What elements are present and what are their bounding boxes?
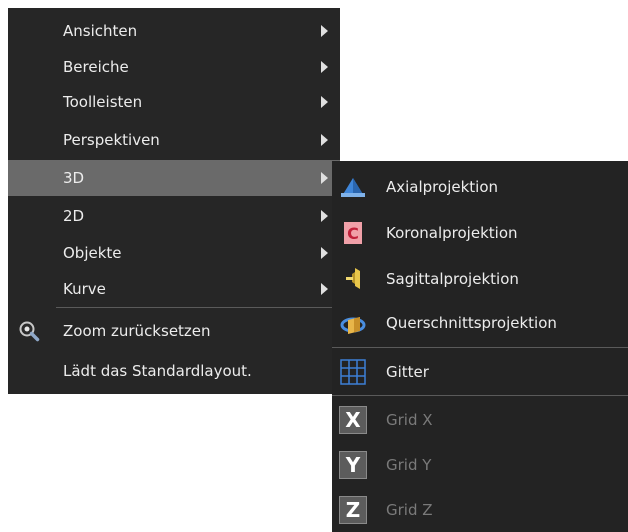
menu-item-label: Grid Z: [386, 500, 433, 519]
submenu-arrow-icon: [321, 247, 328, 259]
menu-item-kurve[interactable]: Kurve: [8, 271, 340, 307]
menu-separator: [56, 307, 340, 308]
menu-item-toolleisten[interactable]: Toolleisten: [8, 84, 340, 120]
menu-item-label: 2D: [63, 206, 85, 225]
submenu-arrow-icon: [321, 283, 328, 295]
sagittal-projection-icon: [340, 266, 366, 292]
coronal-projection-icon: C: [340, 220, 366, 246]
submenu-arrow-icon: [321, 96, 328, 108]
grid-z-item[interactable]: Z Grid Z: [332, 487, 628, 532]
menu-item-ansichten[interactable]: Ansichten: [8, 12, 340, 49]
menu-separator: [332, 395, 628, 396]
grid-item[interactable]: Gitter: [332, 350, 628, 394]
submenu-arrow-icon: [321, 60, 328, 73]
submenu-arrow-icon: [321, 172, 328, 184]
menu-item-label: Perspektiven: [63, 131, 160, 149]
menu-item-label: Grid Y: [386, 455, 432, 474]
submenu-arrow-icon: [321, 209, 328, 222]
menu-item-label: Zoom zurücksetzen: [63, 322, 211, 340]
context-menu: Ansichten Bereiche Toolleisten Perspekti…: [8, 8, 340, 394]
sagittal-projection-item[interactable]: Sagittalprojektion: [332, 256, 628, 301]
menu-item-label: Axialprojektion: [386, 178, 499, 196]
menu-item-bereiche[interactable]: Bereiche: [8, 49, 340, 84]
coronal-icon-letter: C: [347, 224, 359, 243]
menu-item-objekte[interactable]: Objekte: [8, 235, 340, 271]
axial-projection-item[interactable]: Axialprojektion: [332, 164, 628, 210]
submenu-arrow-icon: [321, 24, 328, 37]
grid-y-item[interactable]: Y Grid Y: [332, 442, 628, 487]
menu-item-label: Gitter: [386, 363, 429, 381]
zoom-reset-item[interactable]: Zoom zurücksetzen: [8, 311, 340, 351]
menu-separator: [332, 347, 628, 348]
cross-section-projection-icon: [340, 310, 366, 336]
menu-item-label: Bereiche: [63, 57, 129, 76]
menu-item-label: Lädt das Standardlayout.: [63, 362, 252, 380]
menu-item-label: Koronalprojektion: [386, 224, 518, 242]
menu-item-label: Ansichten: [63, 21, 138, 40]
grid-icon: [340, 359, 366, 385]
submenu-3d: Axialprojektion C Koronalprojektion Sagi…: [332, 161, 628, 532]
axis-x-icon: X: [339, 406, 367, 434]
menu-item-label: 3D: [63, 169, 85, 187]
axial-projection-icon: [340, 174, 366, 200]
menu-item-label: Toolleisten: [63, 93, 143, 111]
grid-x-item[interactable]: X Grid X: [332, 398, 628, 442]
coronal-projection-item[interactable]: C Koronalprojektion: [332, 210, 628, 256]
axis-z-icon: Z: [339, 495, 367, 524]
menu-item-label: Querschnittsprojektion: [386, 314, 557, 332]
magnifier-icon: [18, 320, 40, 342]
default-layout-item[interactable]: Lädt das Standardlayout.: [8, 351, 340, 391]
menu-item-label: Objekte: [63, 244, 122, 262]
menu-item-label: Grid X: [386, 411, 433, 429]
menu-item-label: Sagittalprojektion: [386, 269, 519, 288]
axis-y-icon: Y: [339, 450, 367, 479]
menu-item-3d[interactable]: 3D: [8, 160, 340, 196]
menu-item-label: Kurve: [63, 280, 106, 298]
menu-item-2d[interactable]: 2D: [8, 196, 340, 235]
cross-section-projection-item[interactable]: Querschnittsprojektion: [332, 301, 628, 345]
menu-item-perspektiven[interactable]: Perspektiven: [8, 120, 340, 160]
submenu-arrow-icon: [321, 134, 328, 146]
